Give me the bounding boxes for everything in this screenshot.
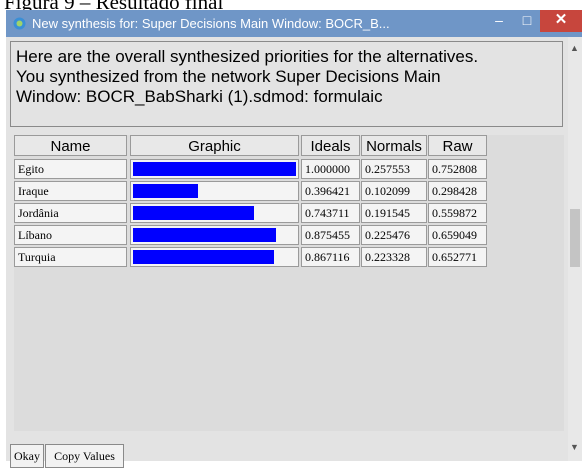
header-normals: Normals [361,135,427,156]
scroll-thumb[interactable] [570,209,580,267]
row-name: Iraque [14,181,127,201]
app-icon [13,17,26,30]
row-name: Turquia [14,247,127,267]
row-ideal: 1.000000 [301,159,360,179]
row-name: Jordânia [14,203,127,223]
row-normal: 0.191545 [361,203,427,223]
row-graphic [130,203,299,223]
row-ideal: 0.743711 [301,203,360,223]
priority-bar [133,184,198,198]
row-normal: 0.257553 [361,159,427,179]
row-graphic [130,159,299,179]
header-name: Name [14,135,127,156]
message-line-3: Window: BOCR_BabSharki (1).sdmod: formul… [16,87,383,106]
message-line-2: You synthesized from the network Super D… [16,67,441,86]
priority-bar [133,206,254,220]
row-graphic [130,181,299,201]
row-ideal: 0.867116 [301,247,360,267]
row-graphic [130,225,299,245]
row-raw: 0.752808 [428,159,487,179]
vertical-scrollbar[interactable]: ▲ ▼ [568,37,582,461]
scroll-up-icon[interactable]: ▲ [570,43,579,53]
row-ideal: 0.396421 [301,181,360,201]
row-normal: 0.223328 [361,247,427,267]
row-raw: 0.652771 [428,247,487,267]
row-raw: 0.659049 [428,225,487,245]
row-normal: 0.225476 [361,225,427,245]
row-name: Egito [14,159,127,179]
title-bar[interactable]: New synthesis for: Super Decisions Main … [6,10,582,37]
header-raw: Raw [428,135,487,156]
row-raw: 0.298428 [428,181,487,201]
row-name: Líbano [14,225,127,245]
results-table: Name Graphic Ideals Normals Raw Egito 1.… [14,135,564,431]
maximize-button[interactable]: □ [514,10,540,32]
header-graphic: Graphic [130,135,299,156]
message-box: Here are the overall synthesized priorit… [10,41,563,127]
window-client-area: Here are the overall synthesized priorit… [6,37,582,468]
window-title: New synthesis for: Super Decisions Main … [32,16,390,31]
row-normal: 0.102099 [361,181,427,201]
header-ideals: Ideals [301,135,360,156]
row-raw: 0.559872 [428,203,487,223]
message-line-1: Here are the overall synthesized priorit… [16,47,479,66]
priority-bar [133,162,296,176]
copy-values-button[interactable]: Copy Values [45,444,124,468]
okay-button[interactable]: Okay [10,444,44,468]
scroll-down-icon[interactable]: ▼ [570,442,579,452]
priority-bar [133,228,276,242]
close-button[interactable]: ✕ [540,10,582,32]
synthesis-window: New synthesis for: Super Decisions Main … [6,10,582,468]
row-ideal: 0.875455 [301,225,360,245]
row-graphic [130,247,299,267]
priority-bar [133,250,274,264]
minimize-button[interactable]: – [486,10,512,32]
